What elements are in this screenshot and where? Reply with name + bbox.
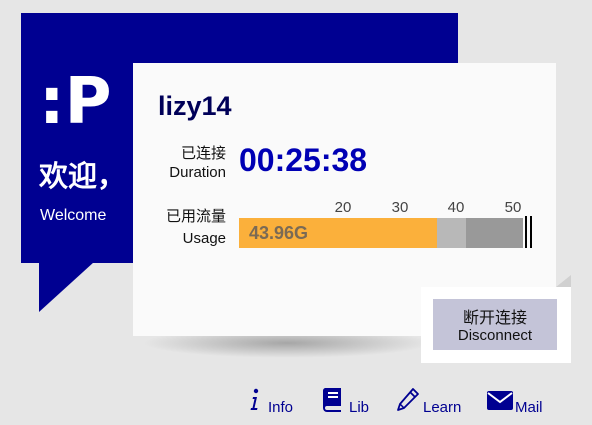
welcome-text-en: Welcome — [40, 207, 107, 224]
usage-value: 43.96G — [249, 223, 309, 243]
duration-label-en: Duration — [169, 164, 226, 181]
logo: :P — [39, 65, 112, 139]
usage-tick: 40 — [447, 199, 465, 216]
usage-bar-tier-3 — [466, 218, 523, 248]
card-fold — [556, 275, 571, 287]
lib-link[interactable]: Lib — [322, 386, 374, 418]
welcome-text-cn: 欢迎， — [39, 159, 127, 193]
mail-link-label: Mail — [515, 399, 543, 416]
info-link[interactable]: Info — [246, 386, 302, 418]
pencil-icon — [397, 388, 419, 411]
usage-bar-tier-2 — [437, 218, 466, 248]
mail-link[interactable]: Mail — [486, 386, 548, 418]
book-icon — [322, 388, 341, 412]
usage-tick: 50 — [504, 199, 522, 216]
disconnect-label-cn: 断开连接 — [462, 309, 527, 327]
username: lizy14 — [158, 91, 232, 121]
usage-label-en: Usage — [182, 230, 226, 247]
learn-link-label: Learn — [423, 399, 462, 416]
info-icon — [250, 388, 259, 410]
disconnect-button[interactable]: 断开连接 Disconnect — [433, 299, 557, 350]
banner-tail — [39, 262, 94, 312]
usage-bar-limit-marker — [530, 216, 532, 248]
info-link-label: Info — [268, 399, 294, 416]
usage-bar: 43.96G — [239, 218, 523, 248]
usage-bar-limit-marker — [525, 216, 527, 248]
duration-label-cn: 已连接 — [180, 145, 226, 162]
duration-value: 00:25:38 — [239, 142, 368, 178]
usage-tick: 30 — [391, 199, 409, 216]
lib-link-label: Lib — [349, 399, 370, 416]
disconnect-label-en: Disconnect — [457, 327, 533, 345]
usage-label-cn: 已用流量 — [165, 208, 226, 225]
login-status-page: :P 欢迎， Welcome lizy14 已连接 Duration 00:25… — [0, 0, 592, 425]
mail-icon — [487, 391, 513, 410]
learn-link[interactable]: Learn — [396, 386, 466, 418]
usage-tick: 20 — [334, 199, 352, 216]
